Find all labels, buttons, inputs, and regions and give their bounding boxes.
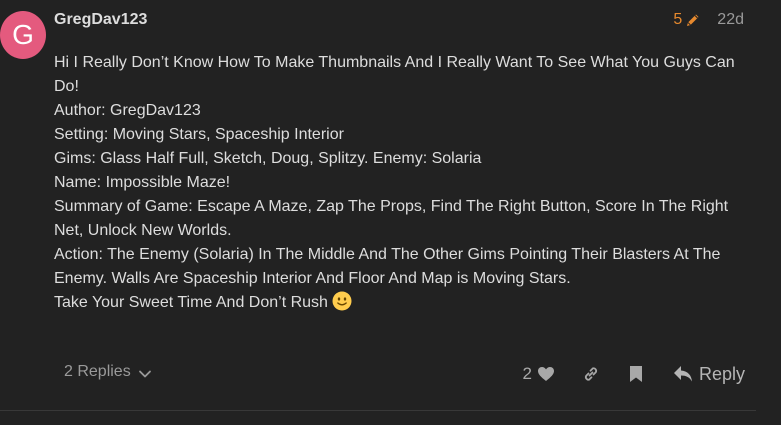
- like-count: 2: [522, 364, 532, 383]
- post-actions: 2 Reply: [523, 360, 746, 388]
- bookmark-icon: [629, 366, 642, 382]
- username[interactable]: GregDav123: [54, 11, 147, 29]
- like-button[interactable]: 2: [523, 364, 555, 384]
- post-line: Author: GregDav123: [54, 102, 201, 119]
- edit-count: 5: [673, 11, 683, 28]
- chevron-down-icon: [138, 370, 151, 377]
- reply-button[interactable]: Reply: [673, 364, 745, 385]
- forum-post: G GregDav123 5 22d Hi I Really Don’t Kno…: [0, 0, 781, 425]
- show-replies-button[interactable]: 2 Replies: [64, 363, 152, 381]
- post-line: Hi I Really Don’t Know How To Make Thumb…: [54, 54, 735, 95]
- edit-history-button[interactable]: 5: [673, 11, 701, 29]
- avatar-letter: G: [12, 19, 34, 50]
- avatar[interactable]: G: [0, 11, 46, 59]
- heart-icon: [537, 367, 554, 381]
- share-link-button[interactable]: [581, 360, 601, 388]
- post-line-last: Take Your Sweet Time And Don’t Rush: [54, 291, 754, 315]
- pencil-icon: [687, 14, 699, 26]
- post-line: Gims: Glass Half Full, Sketch, Doug, Spl…: [54, 150, 482, 167]
- bookmark-button[interactable]: [626, 360, 646, 388]
- post-line: Action: The Enemy (Solaria) In The Middl…: [54, 246, 721, 287]
- post-age[interactable]: 22d: [717, 11, 744, 29]
- reply-label: Reply: [698, 363, 745, 384]
- post-divider: [0, 410, 756, 411]
- replies-label: 2 Replies: [64, 363, 131, 380]
- post-body: Hi I Really Don’t Know How To Make Thumb…: [54, 51, 754, 315]
- reply-arrow-icon: [673, 366, 692, 382]
- post-meta: 5 22d: [673, 11, 744, 29]
- post-line: Summary of Game: Escape A Maze, Zap The …: [54, 198, 729, 239]
- slightly-smiling-face-icon: [332, 291, 352, 311]
- post-line: Name: Impossible Maze!: [54, 174, 231, 191]
- post-line: Setting: Moving Stars, Spaceship Interio…: [54, 126, 344, 143]
- link-icon: [584, 367, 598, 381]
- post-line-text: Take Your Sweet Time And Don’t Rush: [54, 294, 328, 311]
